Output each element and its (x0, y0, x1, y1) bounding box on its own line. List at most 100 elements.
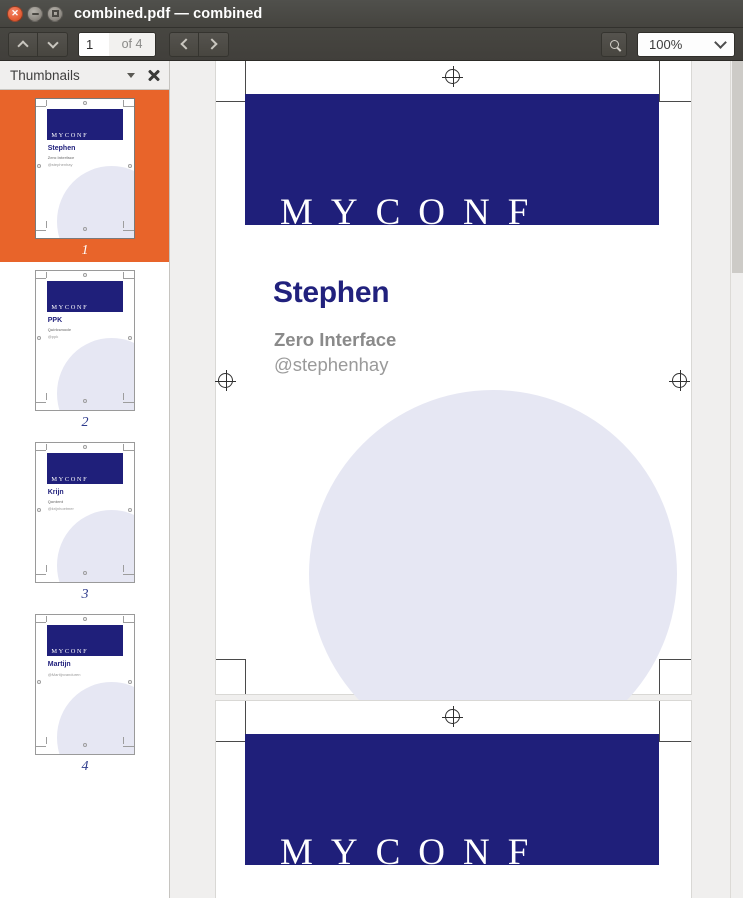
registration-mark (83, 617, 88, 621)
window-close-button[interactable]: ✕ (7, 5, 23, 22)
thumbnail-page-label: 4 (81, 759, 89, 774)
thumbnail-item-1[interactable]: MYCONF Stephen Zero Interface @stephenhay 1 (0, 90, 169, 262)
page-header-band: MYCONF (46, 453, 124, 484)
chevron-right-icon (206, 38, 218, 50)
document-canvas[interactable]: MYCONF Stephen Zero Interface @stephenha… (170, 61, 743, 898)
window-title: combined.pdf — combined (74, 5, 263, 22)
search-icon (609, 39, 619, 49)
pdf-page-1[interactable]: MYCONF Stephen Zero Interface @stephenha… (215, 61, 691, 758)
registration-mark (83, 742, 88, 747)
crop-mark (45, 565, 47, 573)
page-number-input[interactable] (79, 32, 109, 56)
crop-mark (123, 745, 134, 747)
page-total-label: of 4 (109, 32, 155, 56)
previous-page-button[interactable] (8, 31, 38, 57)
speaker-talk: Zero Interface (274, 329, 397, 350)
crop-mark (123, 278, 134, 279)
crop-mark (123, 229, 134, 231)
pdf-page-2[interactable]: MYCONF (216, 701, 691, 898)
speaker-name: Martijn (47, 660, 71, 668)
speaker-name: Stephen (273, 276, 390, 309)
thumbnail-list[interactable]: MYCONF Stephen Zero Interface @stephenhay 1 M… (0, 89, 169, 898)
crop-mark (45, 616, 47, 622)
crop-mark-top-right-v (659, 61, 660, 101)
page-number-field[interactable]: of 4 (78, 31, 156, 57)
zoom-level-select[interactable]: 100% (637, 31, 735, 57)
crop-mark-right-top-h (659, 741, 691, 742)
crop-mark (36, 622, 46, 623)
registration-mark (128, 508, 133, 513)
registration-mark-top (442, 706, 463, 727)
window-controls: ✕ (0, 5, 63, 22)
crop-mark (123, 221, 124, 229)
crop-mark (36, 401, 46, 403)
thumbnail-page-render: MYCONF Stephen Zero Interface @stephenhay (36, 99, 134, 238)
speaker-name: Krijn (47, 488, 64, 496)
thumbnail-item-3[interactable]: MYCONF Krijn Qontent @krijnhoetmer 3 (0, 434, 169, 606)
next-page-button[interactable] (38, 31, 68, 57)
search-button[interactable] (601, 31, 627, 57)
conference-logo-text: MYCONF (280, 832, 547, 873)
crop-mark (123, 106, 134, 107)
speaker-handle: @ppk (47, 333, 59, 339)
thumbnail-item-2[interactable]: MYCONF PPK Quirksmode @ppk 2 (0, 262, 169, 434)
speaker-handle: @Martijnvanduren (47, 671, 81, 677)
speaker-handle: @stephenhay (47, 161, 73, 167)
app-body: Thumbnails MYCONF Stephen Zero Interface @s… (0, 61, 743, 898)
chevron-down-icon (46, 36, 59, 49)
window-titlebar: ✕ combined.pdf — combined (0, 0, 743, 28)
crop-mark-right-bottom-h (659, 659, 691, 660)
crop-mark (45, 393, 47, 401)
thumbnail-page-label: 3 (81, 587, 89, 602)
sidebar-close-button[interactable] (146, 68, 161, 83)
vertical-scrollbar[interactable] (730, 61, 743, 898)
crop-mark (36, 278, 46, 279)
crop-mark-left-bottom-h (216, 659, 246, 660)
navigate-forward-button[interactable] (199, 31, 229, 57)
page-header-band: MYCONF (46, 109, 124, 140)
sidebar-header: Thumbnails (0, 61, 169, 89)
window-minimize-button[interactable] (27, 5, 43, 22)
navigate-back-button[interactable] (169, 31, 199, 57)
crop-mark (123, 737, 124, 745)
speaker-handle: @stephenhay (274, 354, 389, 375)
page-header-band: MYCONF (46, 281, 124, 312)
crop-mark-left-top-h (216, 741, 246, 742)
chevron-down-icon (714, 35, 727, 49)
page-header-band: MYCONF (245, 94, 659, 231)
main-toolbar: of 4 100% (0, 28, 743, 61)
registration-mark (37, 680, 41, 685)
registration-mark (37, 508, 41, 513)
crop-mark (45, 444, 47, 450)
crop-mark (123, 450, 134, 451)
crop-mark (123, 573, 134, 575)
vertical-scrollbar-thumb[interactable] (732, 61, 743, 273)
crop-mark-left-top-h (216, 101, 246, 102)
crop-mark (123, 565, 124, 573)
thumbnail-page-label: 2 (81, 415, 89, 430)
thumbnail-preview: MYCONF Krijn Qontent @krijnhoetmer (35, 442, 135, 583)
speaker-talk: Qontent (47, 499, 64, 505)
crop-mark-top-right-v (659, 701, 660, 741)
conference-logo-text: MYCONF (51, 648, 89, 655)
thumbnail-item-4[interactable]: MYCONF Martijn @Martijnvanduren 4 (0, 606, 169, 778)
registration-mark (128, 164, 133, 169)
conference-logo-text: MYCONF (280, 192, 547, 233)
crop-mark (36, 229, 46, 231)
registration-mark (37, 336, 41, 341)
crop-mark (45, 221, 47, 229)
registration-mark (128, 336, 133, 341)
crop-mark-bottom-right-v (659, 659, 660, 694)
chevron-up-icon (17, 39, 29, 52)
crop-mark-bottom-left-v (245, 659, 246, 694)
crop-mark (36, 106, 46, 107)
toolbar-right-group: 100% (601, 31, 735, 57)
registration-mark (37, 164, 41, 169)
sidebar-panel-menu-button[interactable] (124, 72, 138, 78)
speaker-talk: Zero Interface (47, 155, 75, 161)
window-maximize-button[interactable] (47, 5, 63, 22)
thumbnail-preview: MYCONF PPK Quirksmode @ppk (35, 270, 135, 411)
registration-mark (83, 226, 88, 231)
crop-mark (123, 393, 124, 401)
crop-mark (36, 450, 46, 451)
